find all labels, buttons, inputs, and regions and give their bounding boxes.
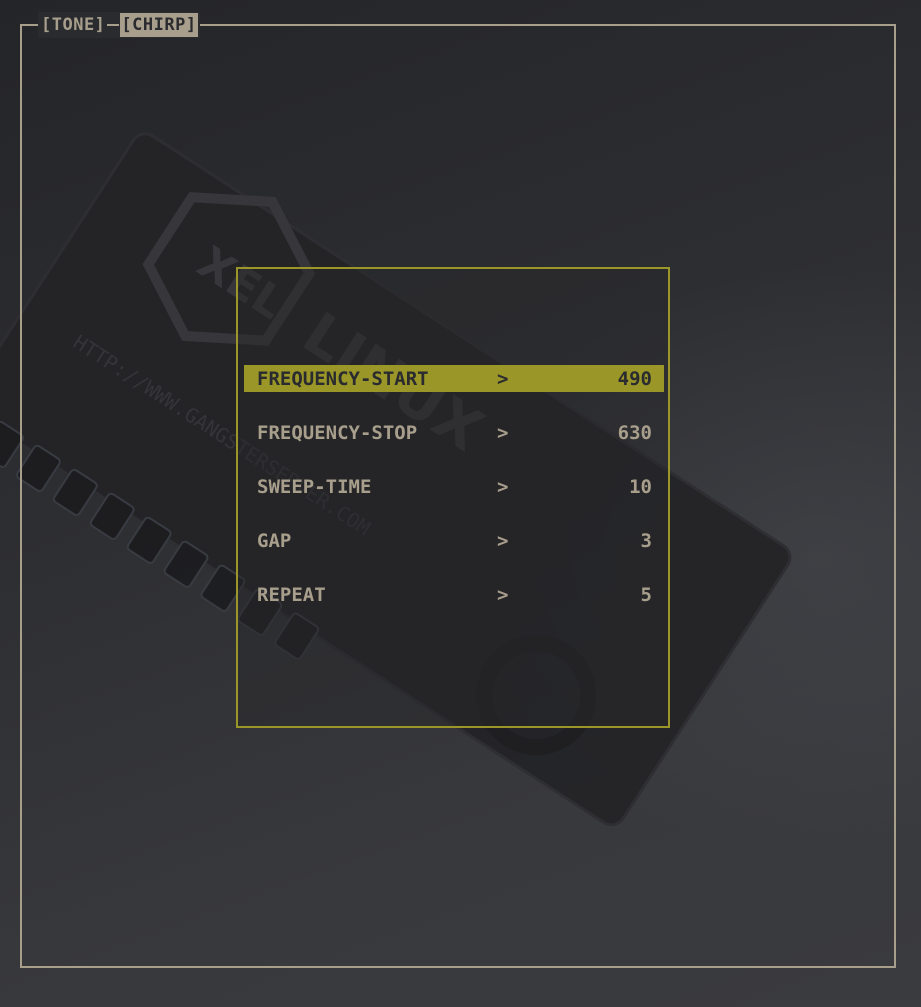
menu-item-value: 3 xyxy=(640,529,652,552)
chevron-right-icon: > xyxy=(497,475,509,498)
tab-bar: [TONE] [CHIRP] xyxy=(38,12,200,38)
menu-item-value: 490 xyxy=(617,367,652,390)
menu-item-value: 10 xyxy=(629,475,652,498)
chevron-right-icon: > xyxy=(497,583,509,606)
menu-item-label: SWEEP-TIME xyxy=(257,475,372,498)
chevron-right-icon: > xyxy=(497,529,509,552)
chirp-settings-menu: FREQUENCY-START > 490 FREQUENCY-STOP > 6… xyxy=(236,267,670,728)
chevron-right-icon: > xyxy=(497,367,509,390)
menu-item-label: FREQUENCY-STOP xyxy=(257,421,418,444)
menu-item-label: REPEAT xyxy=(257,583,326,606)
menu-item-sweep-time[interactable]: SWEEP-TIME > 10 xyxy=(244,473,664,500)
tab-tone[interactable]: [TONE] xyxy=(40,13,106,37)
menu-item-label: FREQUENCY-START xyxy=(257,367,429,390)
menu-item-gap[interactable]: GAP > 3 xyxy=(244,527,664,554)
tab-chirp[interactable]: [CHIRP] xyxy=(120,13,198,37)
menu-item-repeat[interactable]: REPEAT > 5 xyxy=(244,581,664,608)
menu-item-value: 630 xyxy=(617,421,652,444)
tab-separator xyxy=(107,24,120,26)
menu-item-label: GAP xyxy=(257,529,292,552)
menu-item-value: 5 xyxy=(640,583,652,606)
menu-item-frequency-start[interactable]: FREQUENCY-START > 490 xyxy=(244,365,664,392)
chevron-right-icon: > xyxy=(497,421,509,444)
menu-item-frequency-stop[interactable]: FREQUENCY-STOP > 630 xyxy=(244,419,664,446)
